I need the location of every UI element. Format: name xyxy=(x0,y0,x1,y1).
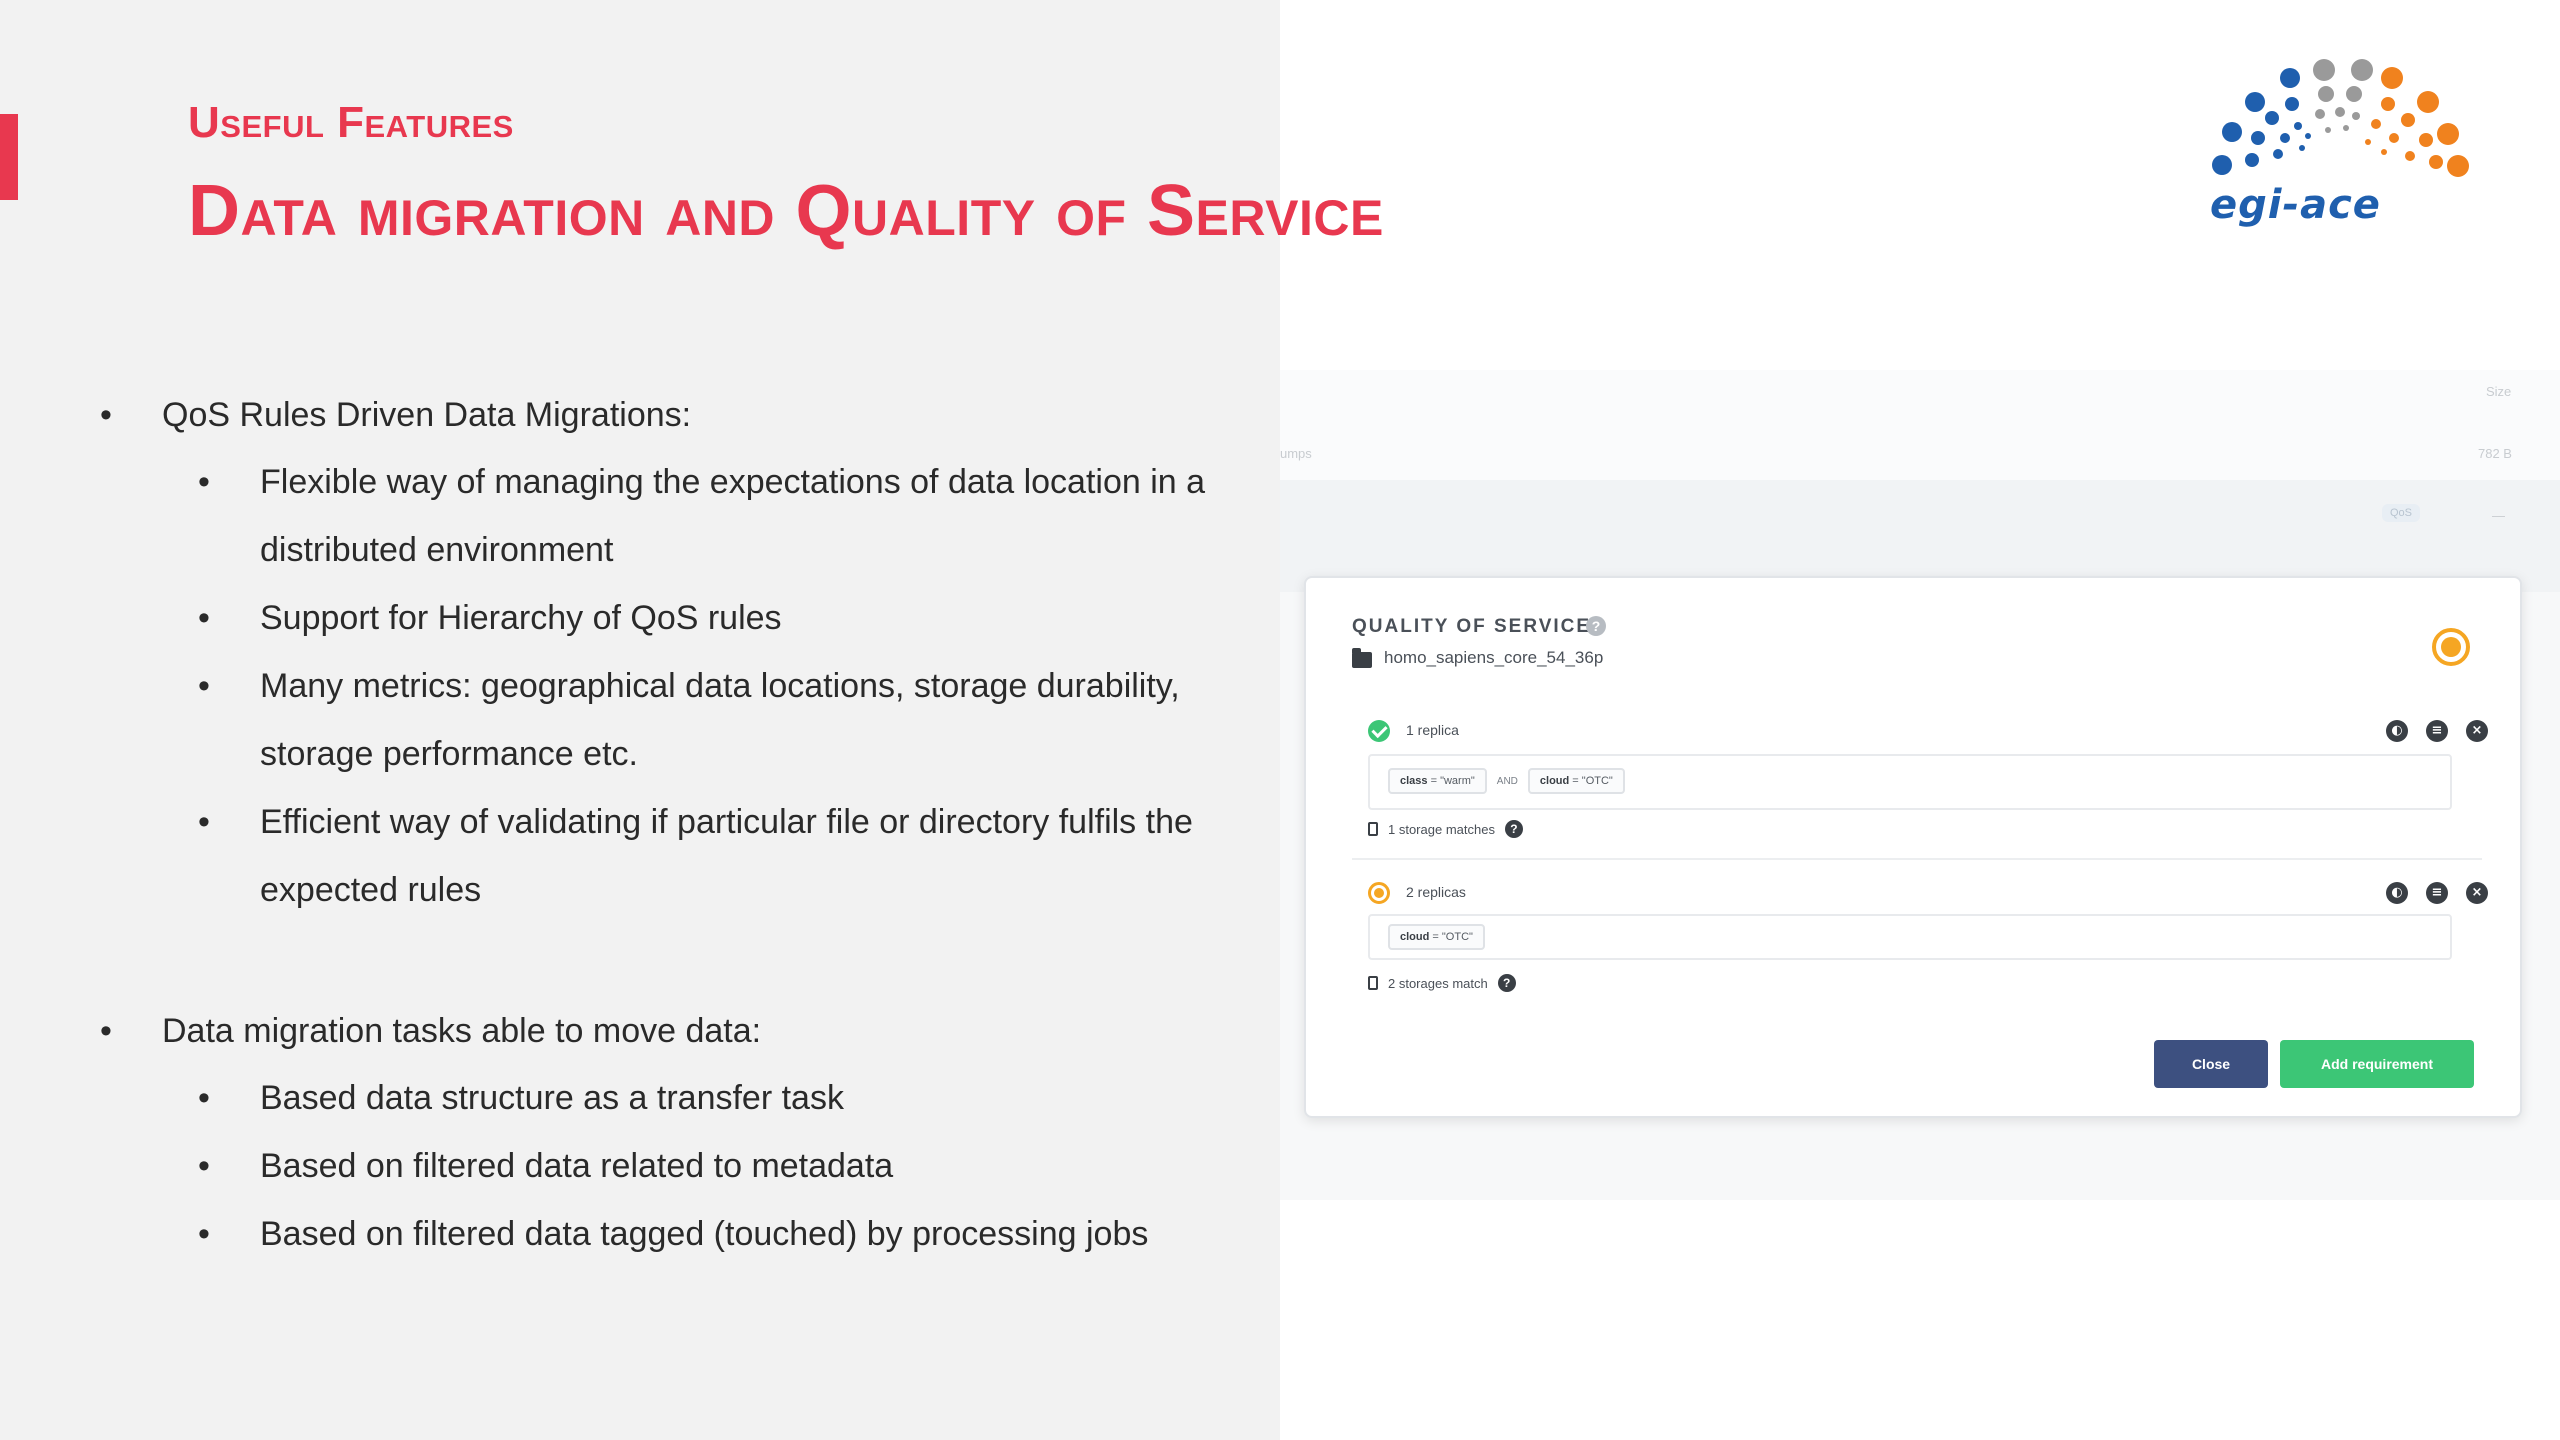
file-size: 782 B xyxy=(2478,446,2512,461)
replica-count: 2 replicas xyxy=(1406,884,1466,900)
qos-modal: QUALITY OF SERVICE ? homo_sapiens_core_5… xyxy=(1304,576,2522,1118)
divider xyxy=(1352,858,2482,860)
requirement-actions: ◐ ≡ × xyxy=(2386,882,2488,904)
qos-expression[interactable]: class = "warm" AND cloud = "OTC" xyxy=(1368,754,2452,810)
size-column-header: Size xyxy=(2486,384,2512,399)
close-button[interactable]: Close xyxy=(2154,1040,2268,1088)
bullet-item: Support for Hierarchy of QoS rules xyxy=(100,584,1280,652)
svg-text:egi-ace: egi-ace xyxy=(2210,182,2381,228)
delete-icon[interactable]: × xyxy=(2466,882,2488,904)
bullet-item: Based on filtered data tagged (touched) … xyxy=(100,1200,1280,1268)
help-icon[interactable]: ? xyxy=(1497,974,1516,992)
file-name: umps xyxy=(1280,446,1312,461)
bullet-heading: Data migration tasks able to move data: xyxy=(100,1004,1280,1058)
replica-count: 1 replica xyxy=(1406,722,1459,738)
expression-token[interactable]: cloud = "OTC" xyxy=(1527,768,1625,794)
expression-token[interactable]: class = "warm" xyxy=(1388,768,1487,794)
fulfilled-check-icon xyxy=(1368,720,1390,742)
qos-expression[interactable]: cloud = "OTC" xyxy=(1368,914,2452,960)
file-size: — xyxy=(2492,508,2505,523)
requirement-actions: ◐ ≡ × xyxy=(2386,720,2488,742)
bullet-item: Efficient way of validating if particula… xyxy=(100,788,1280,924)
id-icon[interactable]: ≡ xyxy=(2426,720,2448,742)
globe-icon[interactable]: ◐ xyxy=(2386,882,2408,904)
modal-title: QUALITY OF SERVICE xyxy=(1352,616,1592,637)
bullet-item: Flexible way of managing the expectation… xyxy=(100,448,1280,584)
item-path: homo_sapiens_core_54_36p xyxy=(1384,648,1604,667)
help-icon[interactable]: ? xyxy=(1586,616,1606,636)
globe-icon[interactable]: ◐ xyxy=(2386,720,2408,742)
egi-ace-logo: egi-ace xyxy=(2210,59,2469,228)
bullet-list: QoS Rules Driven Data Migrations: Flexib… xyxy=(100,388,1280,1268)
pending-status-icon xyxy=(1368,882,1390,904)
storage-icon xyxy=(1368,976,1378,990)
storage-matches: 2 storages match ? xyxy=(1368,974,1516,992)
bullet-item: Based data structure as a transfer task xyxy=(100,1064,1280,1132)
add-requirement-button[interactable]: Add requirement xyxy=(2280,1040,2474,1088)
qos-requirement: 1 replica ◐ ≡ × class = "warm" AND cloud… xyxy=(1368,720,2488,840)
help-icon[interactable]: ? xyxy=(1504,820,1523,838)
qos-requirement: 2 replicas ◐ ≡ × cloud = "OTC" 2 storage… xyxy=(1368,882,2488,992)
folder-icon xyxy=(1352,648,1372,668)
storage-matches: 1 storage matches ? xyxy=(1368,820,1523,838)
slide-title: Data migration and Quality of Service xyxy=(188,171,1384,251)
accent-bar xyxy=(0,114,18,200)
storage-icon xyxy=(1368,822,1378,836)
bullet-item: Many metrics: geographical data location… xyxy=(100,652,1280,788)
expression-token[interactable]: cloud = "OTC" xyxy=(1388,924,1485,950)
id-icon[interactable]: ≡ xyxy=(2426,882,2448,904)
table-row[interactable] xyxy=(1280,370,2560,480)
bullet-heading: QoS Rules Driven Data Migrations: xyxy=(100,388,1280,442)
operator-label: AND xyxy=(1496,775,1518,787)
delete-icon[interactable]: × xyxy=(2466,720,2488,742)
bullet-item: Based on filtered data related to metada… xyxy=(100,1132,1280,1200)
slide-subtitle: Useful Features xyxy=(188,98,514,147)
qos-status-pending-icon xyxy=(2432,628,2470,666)
qos-badge[interactable]: QoS xyxy=(2382,504,2421,522)
